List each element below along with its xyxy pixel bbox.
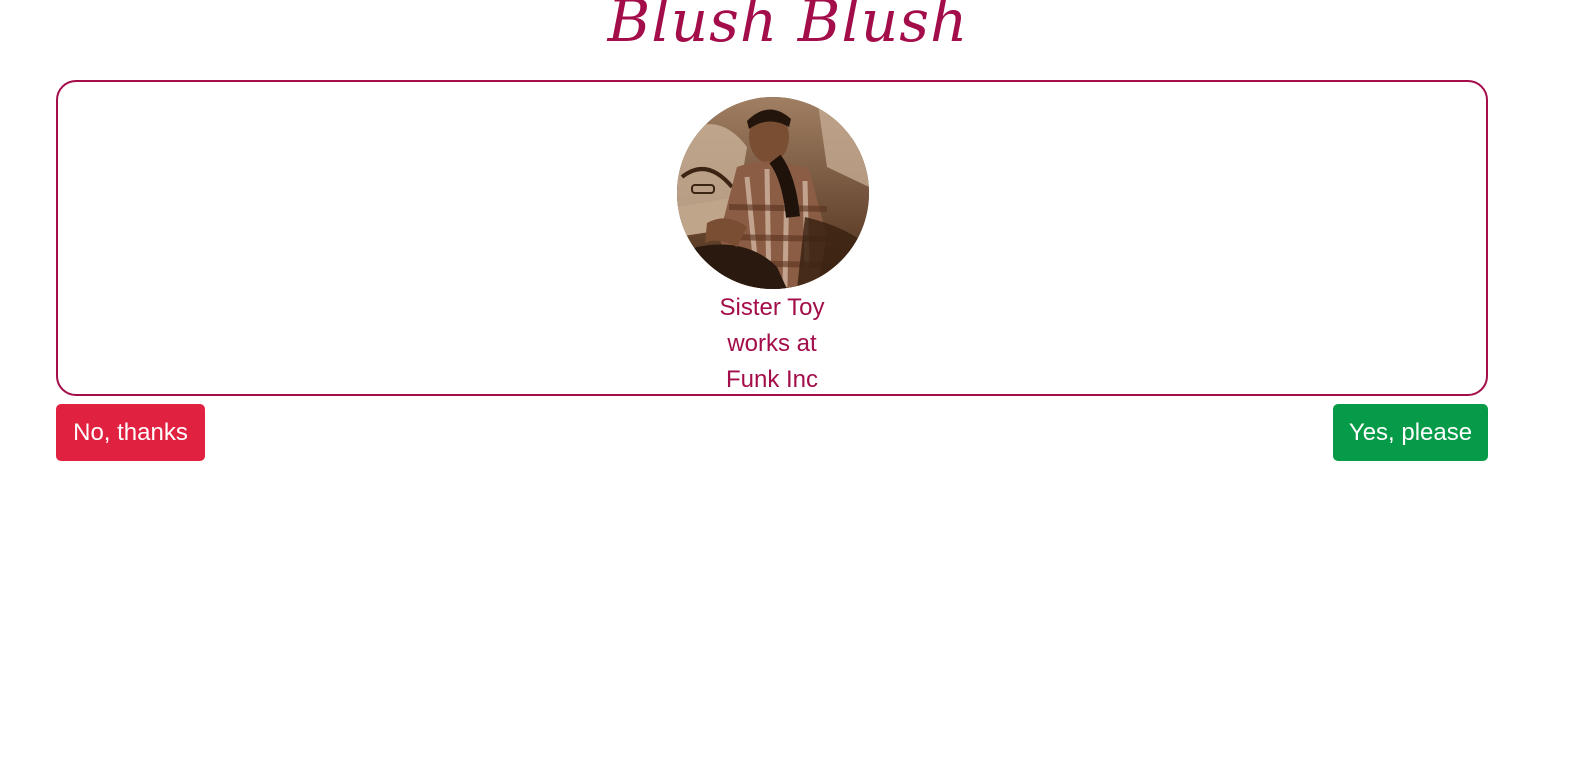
page: Blush Blush Sister Toy works at Funk Inc… [0, 0, 1576, 764]
profile-company: Funk Inc [725, 366, 819, 393]
yes-please-button[interactable]: Yes, please [1333, 404, 1488, 461]
avatar [677, 97, 869, 289]
no-thanks-button[interactable]: No, thanks [56, 404, 205, 461]
profile-name: Sister Toy [719, 294, 825, 321]
works-at-label: works at [727, 330, 817, 357]
app-title: Blush Blush [607, 0, 969, 55]
profile-photo [677, 97, 869, 289]
profile-card: Sister Toy works at Funk Inc [56, 80, 1488, 396]
profile-info: Sister Toy works at Funk Inc [58, 290, 1486, 394]
